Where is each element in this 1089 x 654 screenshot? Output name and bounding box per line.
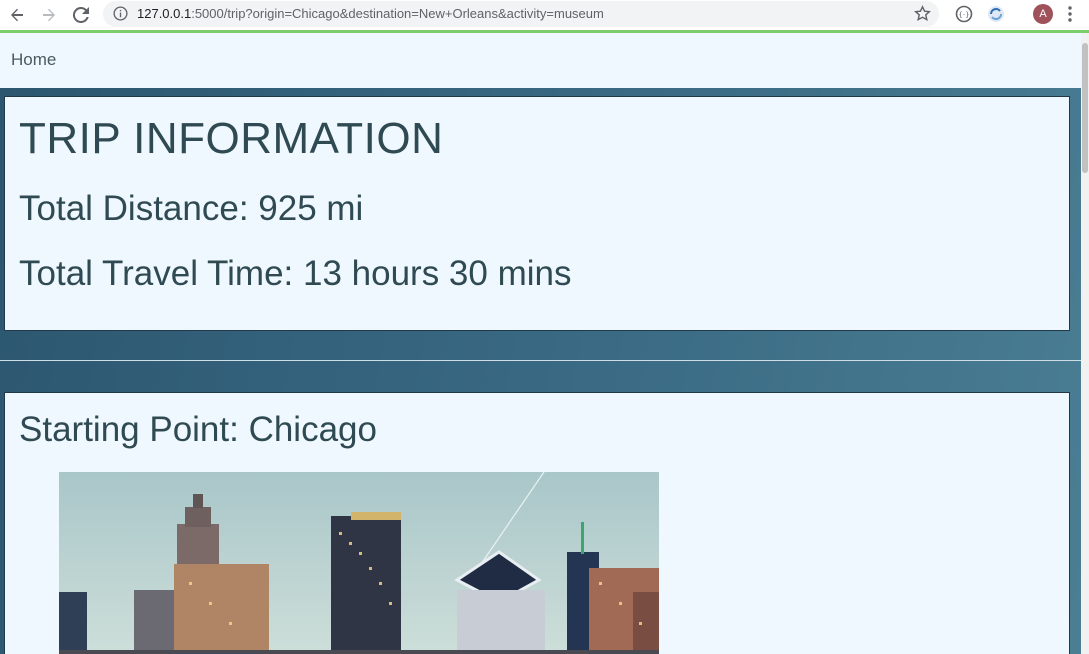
starting-point-heading: Starting Point: Chicago [19, 410, 377, 449]
browser-toolbar: 127.0.0.1:5000/trip?origin=Chicago&desti… [0, 0, 1089, 33]
forward-icon[interactable] [38, 4, 60, 26]
section-divider [0, 360, 1081, 361]
city-skyline-image [59, 472, 659, 654]
back-icon[interactable] [6, 4, 28, 26]
scrollbar-thumb[interactable] [1082, 43, 1088, 173]
page-body: Home TRIP INFORMATION Total Distance: 92… [0, 33, 1081, 654]
info-icon[interactable] [113, 6, 128, 26]
extension-refresh-icon[interactable] [986, 4, 1006, 24]
reload-icon[interactable] [70, 4, 92, 26]
svg-text:{·}: {·} [958, 11, 969, 19]
total-distance: Total Distance: 925 mi [19, 189, 364, 228]
trip-info-card: TRIP INFORMATION Total Distance: 925 mi … [4, 96, 1070, 331]
total-travel-time: Total Travel Time: 13 hours 30 mins [19, 254, 572, 293]
avatar-initial: A [1039, 8, 1047, 20]
trip-info-title: TRIP INFORMATION [19, 114, 444, 163]
address-bar[interactable]: 127.0.0.1:5000/trip?origin=Chicago&desti… [103, 1, 939, 27]
page-scrollbar[interactable] [1081, 33, 1089, 654]
url-text: 127.0.0.1:5000/trip?origin=Chicago&desti… [137, 6, 604, 21]
home-link[interactable]: Home [11, 50, 56, 70]
top-navbar: Home [0, 33, 1081, 88]
avatar[interactable]: A [1033, 4, 1053, 24]
extension-icon[interactable]: {·} [954, 4, 974, 24]
starting-point-card: Starting Point: Chicago [4, 392, 1070, 654]
menu-icon[interactable] [1068, 5, 1072, 28]
star-icon[interactable] [913, 5, 932, 27]
